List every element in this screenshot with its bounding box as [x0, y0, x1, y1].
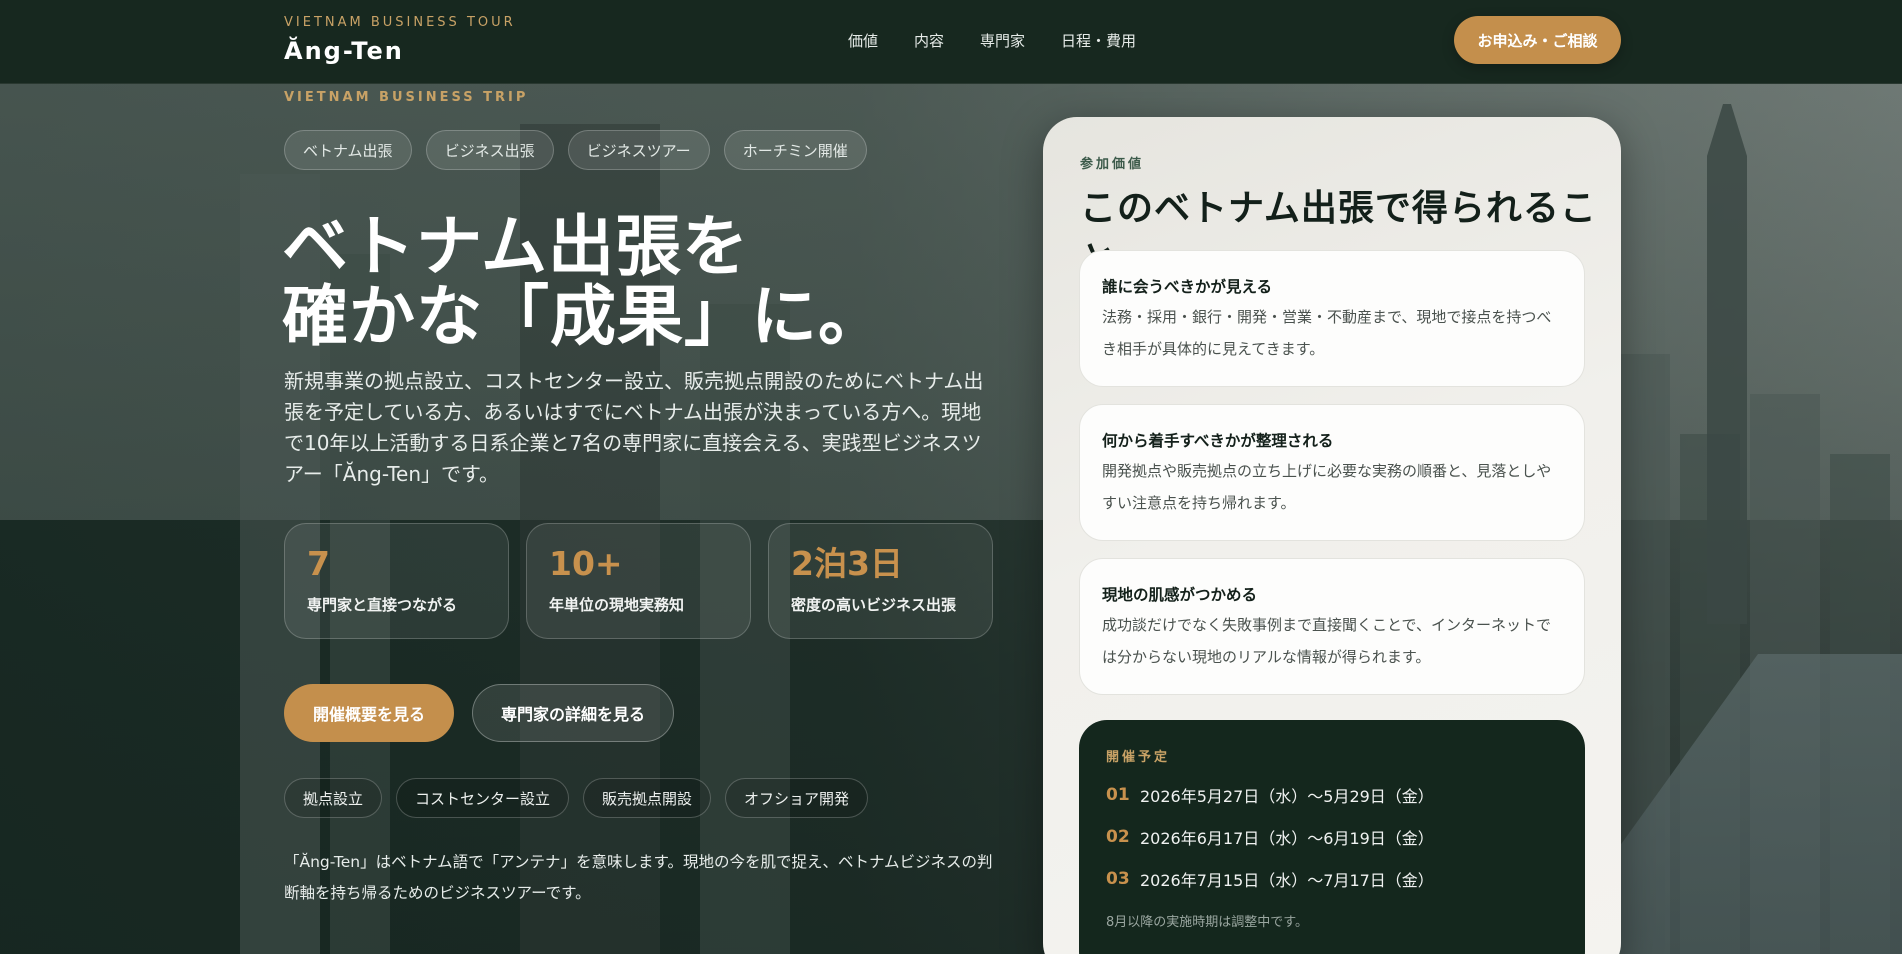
schedule-date: 2026年7月15日（水）〜7月17日（金） — [1140, 871, 1434, 890]
benefit-title: 何から着手すべきかが整理される — [1102, 432, 1334, 450]
schedule-row: 03 2026年7月15日（水）〜7月17日（金） — [1106, 867, 1558, 891]
stat-number: 2泊3日 — [791, 544, 903, 583]
main-nav: 価値 内容 専門家 日程・費用 — [848, 30, 1136, 51]
stats-row: 7 専門家と直接つながる 10+ 年単位の現地実務知 2泊3日 密度の高いビジネ… — [284, 523, 993, 639]
schedule-date: 2026年6月17日（水）〜6月19日（金） — [1140, 829, 1434, 848]
card-kicker: 参加価値 — [1080, 157, 1145, 172]
schedule-footnote: 8月以降の実施時期は調整中です。 — [1106, 915, 1308, 930]
schedule-box: 開催予定 01 2026年5月27日（水）〜5月29日（金） 02 2026年6… — [1079, 720, 1585, 954]
stat-label: 年単位の現地実務知 — [549, 596, 685, 614]
benefit-desc: 法務・採用・銀行・開発・営業・不動産まで、現地で接点を持つべき相手が具体的に見え… — [1102, 308, 1552, 358]
benefit-desc: 開発拠点や販売拠点の立ち上げに必要な実務の順番と、見落としやすい注意点を持ち帰れ… — [1102, 462, 1552, 512]
stat-label: 専門家と直接つながる — [307, 596, 458, 614]
purpose-pills: 拠点設立 コストセンター設立 販売拠点開設 オフショア開発 — [284, 778, 869, 818]
schedule-number: 03 — [1106, 869, 1130, 889]
brand-kicker: VIETNAM BUSINESS TOUR — [284, 15, 516, 30]
hero-title: ベトナム出張を 確かな「成果」に。 — [282, 212, 885, 352]
stat-label: 密度の高いビジネス出張 — [791, 596, 957, 614]
hero-title-line1: ベトナム出張を — [282, 208, 750, 285]
pill-offshore: オフショア開発 — [725, 778, 869, 818]
pill-cost-center: コストセンター設立 — [396, 778, 570, 818]
hero-lead: 新規事業の拠点設立、コストセンター設立、販売拠点開設のためにベトナム出張を予定し… — [284, 369, 984, 486]
apply-consult-button[interactable]: お申込み・ご相談 — [1454, 16, 1621, 64]
pill-sales-base: 販売拠点開設 — [583, 778, 712, 818]
brand-note: 「Ăng-Ten」はベトナム語で「アンテナ」を意味します。現地の今を肌で捉え、ベ… — [284, 853, 993, 902]
tag-business-tour: ビジネスツアー — [567, 130, 710, 170]
benefit-item: 現地の肌感がつかめる 成功談だけでなく失敗事例まで直接聞くことで、インターネット… — [1079, 558, 1585, 695]
tag-hochiminh: ホーチミン開催 — [723, 130, 867, 170]
stat-card: 2泊3日 密度の高いビジネス出張 — [768, 523, 993, 639]
schedule-kicker: 開催予定 — [1106, 750, 1171, 765]
nav-item-schedule-fee[interactable]: 日程・費用 — [1061, 30, 1136, 51]
nav-item-content[interactable]: 内容 — [914, 30, 944, 51]
view-experts-button[interactable]: 専門家の詳細を見る — [472, 684, 674, 742]
schedule-number: 02 — [1106, 827, 1130, 847]
benefit-item: 何から着手すべきかが整理される 開発拠点や販売拠点の立ち上げに必要な実務の順番と… — [1079, 404, 1585, 541]
benefit-title: 誰に会うべきかが見える — [1102, 278, 1273, 296]
benefit-item: 誰に会うべきかが見える 法務・採用・銀行・開発・営業・不動産まで、現地で接点を持… — [1079, 250, 1585, 387]
hero-title-line2: 確かな「成果」に。 — [282, 278, 885, 355]
nav-item-experts[interactable]: 専門家 — [980, 30, 1025, 51]
hero-section: VIETNAM BUSINESS TRIP ベトナム出張 ビジネス出張 ビジネス… — [0, 0, 1902, 954]
stat-number: 10+ — [549, 544, 623, 583]
site-header: VIETNAM BUSINESS TOUR Ăng-Ten 価値 内容 専門家 … — [0, 0, 1902, 84]
pill-base-setup: 拠点設立 — [284, 778, 383, 818]
value-card: 参加価値 このベトナム出張で得られること 誰に会うべきかが見える 法務・採用・銀… — [1043, 117, 1621, 954]
stat-card: 7 専門家と直接つながる — [284, 523, 509, 639]
tag-business-trip: ビジネス出張 — [425, 130, 554, 170]
view-overview-button[interactable]: 開催概要を見る — [284, 684, 454, 742]
hero-buttons: 開催概要を見る 専門家の詳細を見る — [284, 684, 674, 742]
schedule-row: 02 2026年6月17日（水）〜6月19日（金） — [1106, 825, 1558, 849]
nav-item-value[interactable]: 価値 — [848, 30, 878, 51]
benefit-title: 現地の肌感がつかめる — [1102, 586, 1258, 604]
tag-vietnam-trip: ベトナム出張 — [284, 130, 412, 170]
hero-kicker: VIETNAM BUSINESS TRIP — [284, 90, 529, 105]
benefit-desc: 成功談だけでなく失敗事例まで直接聞くことで、インターネットでは分からない現地のリ… — [1102, 616, 1551, 666]
stat-number: 7 — [307, 544, 330, 583]
brand-logo[interactable]: Ăng-Ten — [284, 37, 404, 65]
schedule-row: 01 2026年5月27日（水）〜5月29日（金） — [1106, 783, 1558, 807]
schedule-date: 2026年5月27日（水）〜5月29日（金） — [1140, 787, 1434, 806]
stat-card: 10+ 年単位の現地実務知 — [526, 523, 751, 639]
schedule-number: 01 — [1106, 785, 1130, 805]
hero-tags: ベトナム出張 ビジネス出張 ビジネスツアー ホーチミン開催 — [284, 130, 867, 170]
